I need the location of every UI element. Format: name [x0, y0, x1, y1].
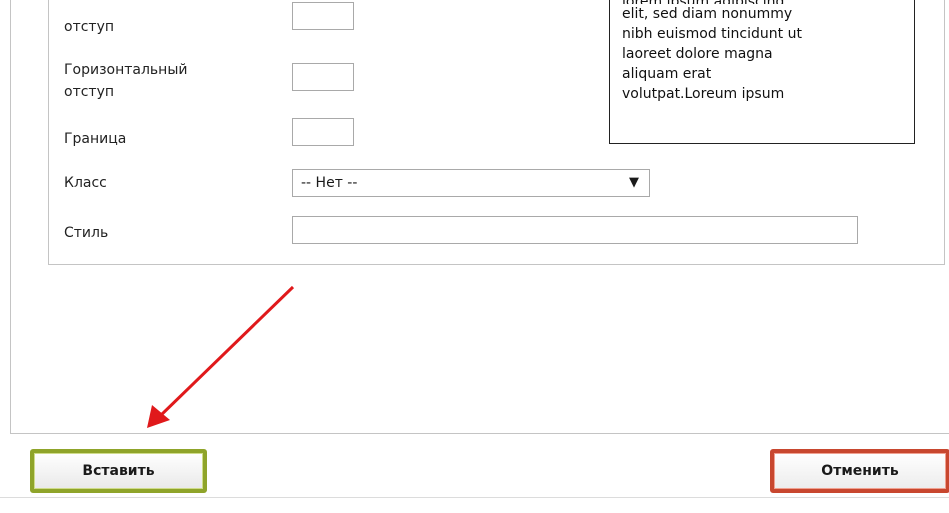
hspace-input[interactable]: [292, 63, 354, 91]
hspace-label-line2: отступ: [64, 84, 115, 100]
border-label: Граница: [64, 131, 127, 147]
hspace-label-line1: Горизонтальный: [64, 62, 188, 78]
image-preview-box: lorem ipsum adipiscing elit, sed diam no…: [609, 0, 915, 144]
class-select-value: -- Нет --: [301, 175, 358, 191]
cancel-button[interactable]: Отменить: [770, 449, 949, 493]
style-label: Стиль: [64, 225, 109, 241]
preview-line: nibh euismod tincidunt ut: [622, 26, 802, 42]
insert-button-label: Вставить: [82, 463, 155, 479]
insert-button[interactable]: Вставить: [30, 449, 207, 493]
border-input[interactable]: [292, 118, 354, 146]
vspace-input[interactable]: [292, 2, 354, 30]
hspace-label: Горизонтальный отступ: [64, 59, 188, 103]
class-label: Класс: [64, 175, 107, 191]
class-select[interactable]: -- Нет -- ▼: [292, 169, 650, 197]
triangle-down-icon: ▼: [629, 175, 639, 190]
preview-line: laoreet dolore magna: [622, 46, 773, 62]
preview-text: lorem ipsum adipiscing elit, sed diam no…: [622, 0, 902, 104]
cancel-button-label: Отменить: [821, 463, 899, 479]
preview-line: volutpat.Loreum ipsum: [622, 86, 785, 102]
style-input[interactable]: [292, 216, 858, 244]
footer-divider: [0, 497, 949, 498]
vspace-label: отступ: [64, 19, 115, 35]
preview-line: aliquam erat: [622, 66, 712, 82]
preview-line: elit, sed diam nonummy: [622, 6, 793, 22]
